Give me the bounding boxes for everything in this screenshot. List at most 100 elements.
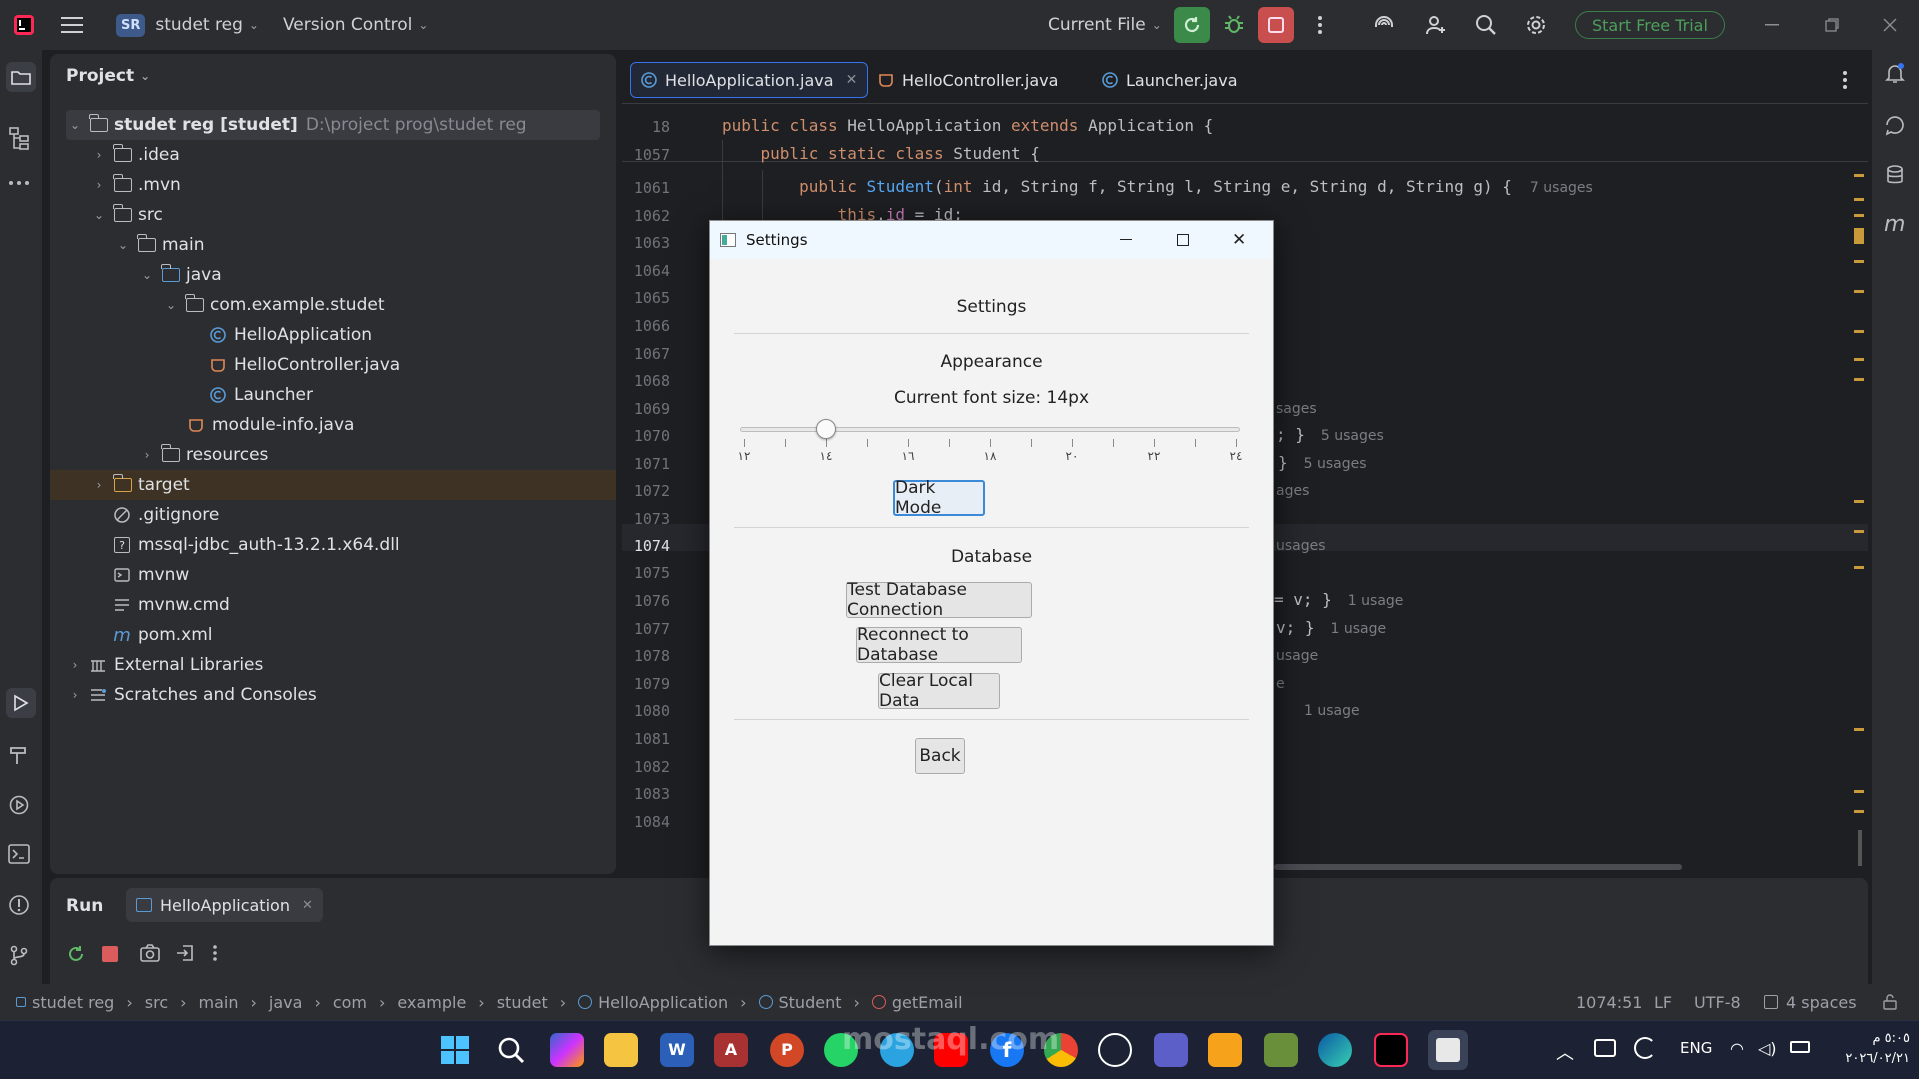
code-fragment[interactable]: 1 usage [1288,700,1360,719]
line-number[interactable]: 1069 [622,400,670,418]
chatgpt-icon[interactable] [1098,1033,1132,1067]
stop-icon[interactable] [102,946,118,962]
tree-item-root[interactable]: ⌄ studet reg [studet] D:\project prog\st… [68,110,527,140]
code-fragment[interactable]: v; } 1 usage [1276,618,1386,637]
usages-hint[interactable]: 1 usage [1304,703,1360,719]
java-taskbar-icon[interactable] [1428,1030,1468,1070]
teams-icon[interactable] [1154,1033,1188,1067]
usages-hint[interactable]: 5 usages [1321,428,1384,444]
git-icon[interactable] [8,944,34,970]
usages-hint[interactable]: 7 usages [1530,180,1593,196]
breadcrumb-item[interactable]: studet reg [32,993,114,1012]
line-number[interactable]: 1082 [622,758,670,776]
line-number[interactable]: 1080 [622,702,670,720]
dark-mode-button[interactable]: Dark Mode [893,478,985,518]
indent-setting[interactable]: 4 spaces [1764,984,1857,1020]
tree-item-mvnw[interactable]: mvnw [114,560,189,590]
more-actions-icon[interactable] [1306,11,1334,39]
search-icon[interactable] [1472,11,1500,39]
tree-item-idea[interactable]: › .idea [92,140,180,170]
line-separator[interactable]: LF [1654,984,1672,1020]
version-control-menu[interactable]: Version Control ⌄ [283,0,428,50]
breadcrumb-item[interactable]: studet [497,993,548,1012]
tree-item-helloapplication[interactable]: HelloApplication [210,320,372,350]
project-panel-header[interactable]: Project ⌄ [66,66,150,86]
restore-window-icon[interactable] [1818,11,1846,39]
tree-item-resources[interactable]: › resources [140,440,268,470]
tree-item-java[interactable]: ⌄ java [140,260,222,290]
add-user-icon[interactable] [1422,11,1450,39]
app-icon[interactable] [1208,1033,1242,1067]
tree-item-src[interactable]: ⌄ src [92,200,163,230]
line-number[interactable]: 1084 [622,813,670,831]
code-fragment[interactable]: } 5 usages [1278,453,1367,472]
settings-gear-icon[interactable] [1522,11,1550,39]
line-number[interactable]: 1064 [622,262,670,280]
tree-item-target[interactable]: › target [92,470,190,500]
usages-hint[interactable]: 5 usages [1304,456,1367,472]
breadcrumb-item[interactable]: Student [779,993,842,1012]
breadcrumb-item[interactable]: java [269,993,303,1012]
line-number[interactable]: 1067 [622,345,670,363]
line-number[interactable]: 1065 [622,289,670,307]
line-number[interactable]: 1057 [622,146,670,164]
problems-icon[interactable] [8,894,34,920]
intellij-logo-icon[interactable] [10,11,38,39]
close-window-icon[interactable] [1876,11,1904,39]
rerun-icon[interactable] [66,944,86,964]
taskbar-search-icon[interactable] [494,1033,528,1067]
clear-local-data-button[interactable]: Clear Local Data [878,671,1000,711]
onedrive-icon[interactable] [1594,1039,1616,1057]
error-stripe[interactable] [1854,170,1864,870]
breadcrumb-item[interactable]: getEmail [892,993,963,1012]
intellij-taskbar-icon[interactable] [1374,1033,1408,1067]
services-icon[interactable] [8,794,34,820]
volume-icon[interactable]: ◁) [1758,1039,1777,1058]
run-config-selector[interactable]: Current File ⌄ [1048,0,1162,50]
breadcrumb-item[interactable]: HelloApplication [598,993,728,1012]
main-menu-icon[interactable] [58,11,86,39]
database-icon[interactable] [1884,164,1906,186]
chevron-up-icon[interactable]: ︿ [1556,1039,1574,1065]
close-tab-icon[interactable]: ✕ [302,898,313,913]
ai-chat-icon[interactable] [1884,114,1906,136]
project-tool-folder-icon[interactable] [6,62,36,92]
minimize-window-icon[interactable] [1758,11,1786,39]
maven-tool-icon[interactable]: m [1884,212,1905,237]
tab-helloapplication[interactable]: HelloApplication.java ✕ [630,62,869,98]
more-tools-icon[interactable] [8,180,34,206]
code-line[interactable]: public Student(int id, String f, String … [722,177,1593,196]
exit-icon[interactable] [176,944,194,962]
line-number[interactable]: 1076 [622,592,670,610]
line-number[interactable]: 1071 [622,455,670,473]
font-size-slider[interactable]: ١٢ ١٤ ١٦ ١٨ ٢٠ ٢٢ ٢٤ [738,415,1242,465]
line-number[interactable]: 1079 [622,675,670,693]
dialog-minimize-icon[interactable] [1120,239,1132,241]
usages-hint[interactable]: 1 usage [1331,621,1387,637]
line-number[interactable]: 1072 [622,482,670,500]
tree-item-gitignore[interactable]: .gitignore [114,500,219,530]
code-line[interactable]: public class HelloApplication extends Ap… [722,116,1213,135]
tree-item-module-info[interactable]: module-info.java [188,410,354,440]
tree-item-mvnw-cmd[interactable]: mvnw.cmd [114,590,230,620]
structure-tool-icon[interactable] [8,126,34,152]
terminal-icon[interactable] [8,844,34,870]
line-number[interactable]: 1062 [622,207,670,225]
debug-icon[interactable] [1220,11,1248,39]
ai-assistant-icon[interactable] [1370,11,1398,39]
code-fragment[interactable]: e [1276,673,1285,692]
clock[interactable]: ٥:٠٥ م ٢٠٢٦/٠٢/٢١ [1820,1029,1910,1069]
caret-position[interactable]: 1074:51 [1576,984,1642,1020]
test-database-connection-button[interactable]: Test Database Connection [846,580,1032,620]
powerpoint-icon[interactable]: P [770,1033,804,1067]
dialog-title-bar[interactable]: Settings ✕ [710,221,1273,259]
usages-hint[interactable]: 1 usage [1348,593,1404,609]
line-number[interactable]: 1083 [622,785,670,803]
tree-item-dll[interactable]: ? mssql-jdbc_auth-13.2.1.x64.dll [114,530,400,560]
line-number[interactable]: 1073 [622,510,670,528]
project-switcher[interactable]: SR studet reg ⌄ [116,0,259,50]
horizontal-scrollbar[interactable] [1274,864,1682,870]
line-number[interactable]: 18 [622,118,670,136]
breadcrumb-item[interactable]: com [333,993,367,1012]
sync-icon[interactable] [1634,1037,1656,1059]
